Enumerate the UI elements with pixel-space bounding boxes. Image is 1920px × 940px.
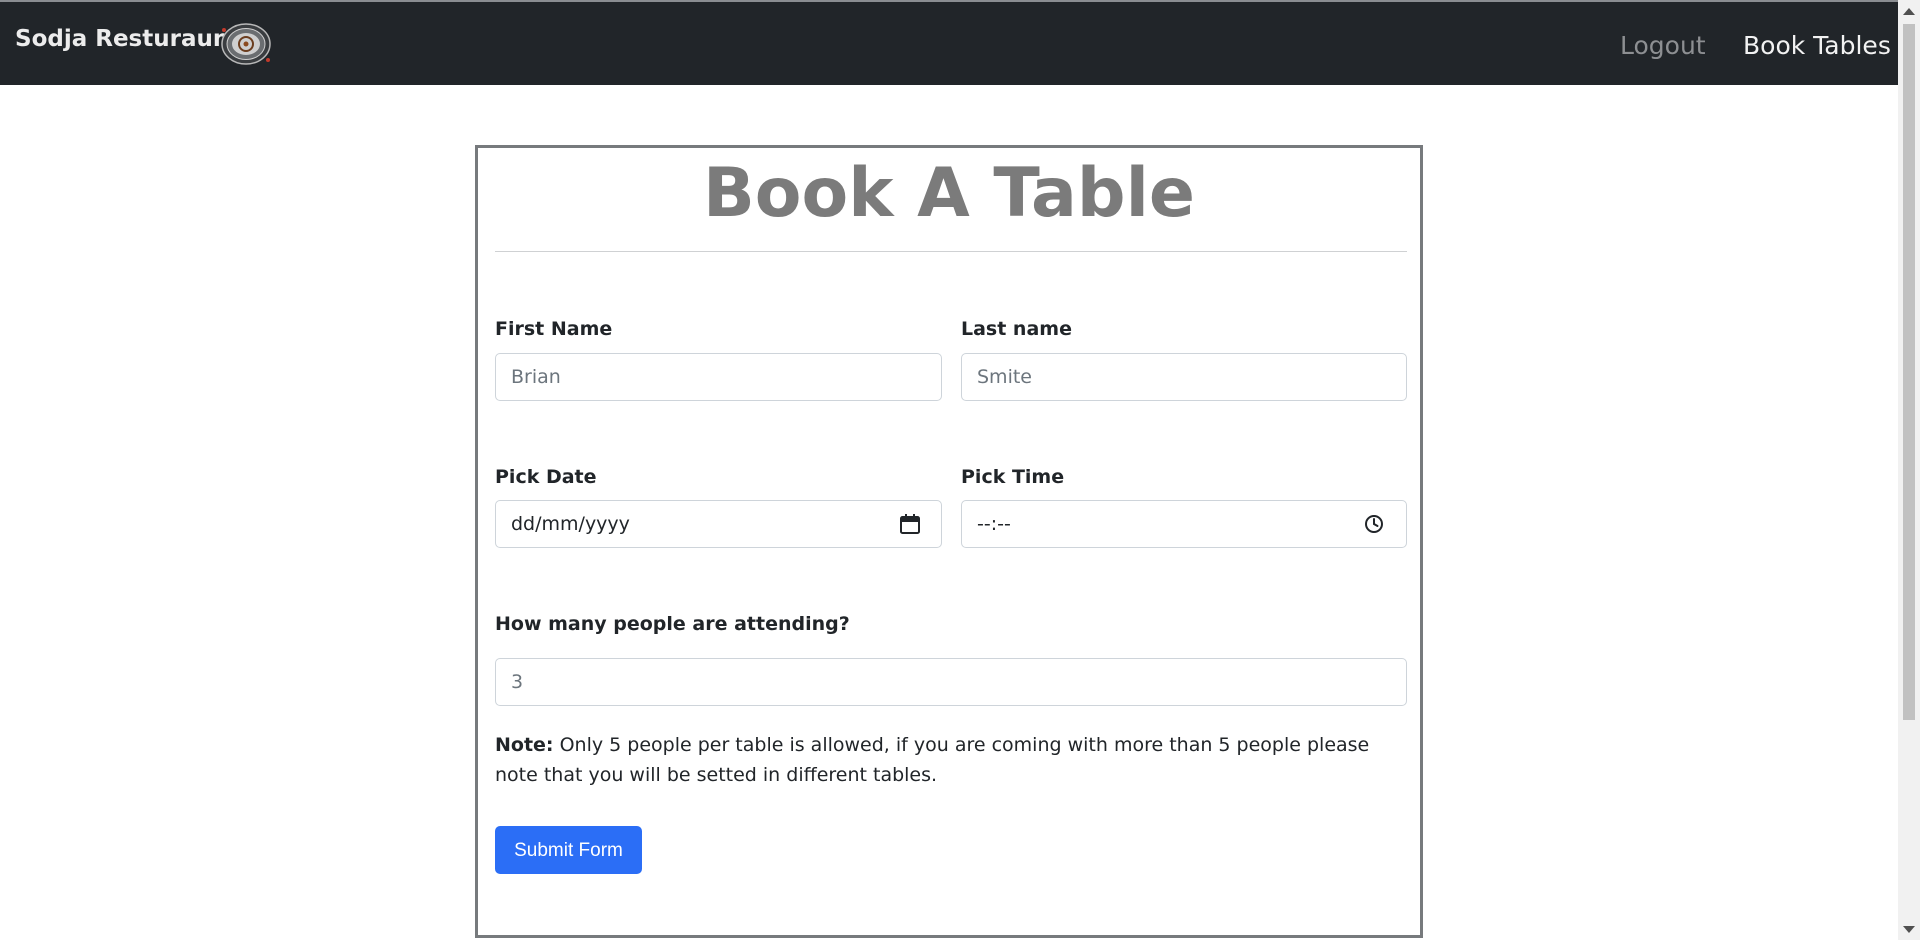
scroll-down-arrow-icon[interactable] [1903,926,1915,933]
last-name-label: Last name [961,318,1072,340]
nav-logout-link[interactable]: Logout [1620,31,1706,60]
people-attending-label: How many people are attending? [495,613,850,635]
pick-date-label: Pick Date [495,466,597,488]
date-placeholder: dd/mm/yyyy [511,513,630,535]
date-input[interactable]: dd/mm/yyyy [495,500,942,548]
first-name-label: First Name [495,318,613,340]
booking-form: Book A Table First Name Brian Last name … [475,145,1423,938]
clock-icon[interactable] [1363,513,1385,535]
scroll-thumb[interactable] [1903,24,1915,720]
note-bold-label: Note: [495,734,554,756]
nav-book-tables-link[interactable]: Book Tables [1743,31,1891,60]
last-name-input[interactable]: Smite [961,353,1407,401]
pick-time-label: Pick Time [961,466,1065,488]
scroll-up-arrow-icon[interactable] [1903,8,1915,15]
calendar-icon[interactable] [899,513,921,535]
time-input[interactable]: --:-- [961,500,1407,548]
scrollbar[interactable] [1898,0,1920,940]
first-name-input[interactable]: Brian [495,353,942,401]
form-title: Book A Table [702,154,1196,233]
time-placeholder: --:-- [977,513,1011,535]
brand-name[interactable]: Sodja Resturaunt [15,26,240,52]
submit-form-button[interactable]: Submit Form [495,826,642,874]
title-divider [495,251,1407,252]
navbar: Sodja Resturaunt Logout Book Tables [0,2,1898,85]
note-body: Only 5 people per table is allowed, if y… [495,734,1370,786]
logo-icon [221,23,271,65]
people-count-input[interactable]: 3 [495,658,1407,706]
note-text: Note: Only 5 people per table is allowed… [495,730,1407,790]
